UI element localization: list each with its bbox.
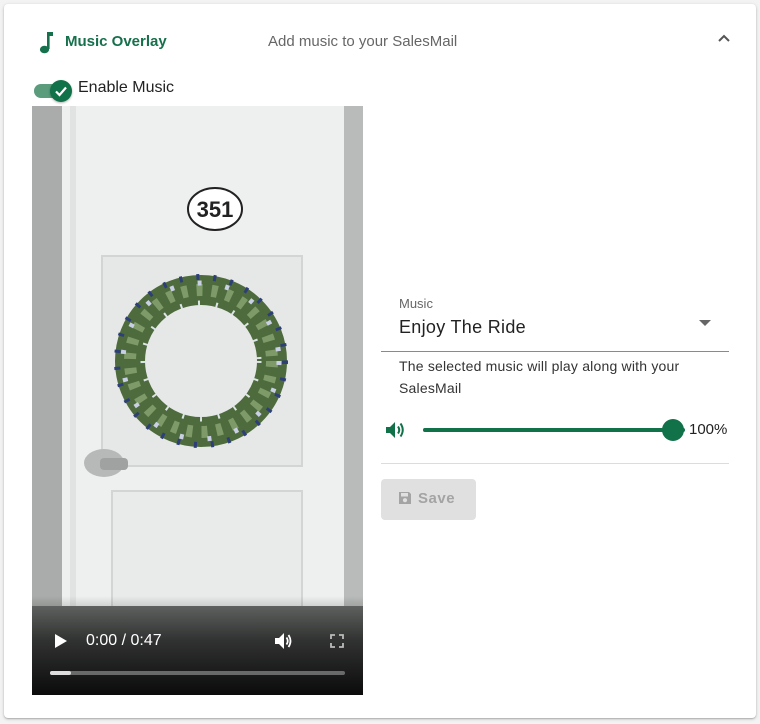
- music-note-icon: [39, 32, 53, 54]
- video-progress-bar[interactable]: [50, 671, 345, 675]
- section-title: Music Overlay: [65, 33, 167, 50]
- save-label: Save: [418, 490, 456, 507]
- volume-slider-fill: [423, 428, 685, 432]
- enable-music-label: Enable Music: [78, 79, 175, 96]
- save-icon: [399, 492, 411, 504]
- video-time: 0:00 / 0:47: [86, 632, 162, 649]
- chevron-up-icon[interactable]: [716, 30, 732, 46]
- save-button[interactable]: Save: [381, 479, 476, 520]
- dropdown-arrow-icon: [699, 320, 711, 326]
- card-header[interactable]: Music Overlay Add music to your SalesMai…: [4, 4, 756, 76]
- music-select-label: Music: [399, 296, 433, 311]
- fullscreen-icon[interactable]: [330, 634, 344, 648]
- volume-value: 100%: [689, 421, 728, 438]
- music-helper-text: The selected music will play along with …: [399, 358, 680, 396]
- check-icon: [55, 86, 67, 97]
- volume-slider[interactable]: [423, 418, 685, 442]
- video-player[interactable]: 351 0:00 / 0:47: [32, 106, 363, 695]
- video-progress-fill: [50, 671, 71, 675]
- door-number: 351: [196, 197, 234, 222]
- volume-icon[interactable]: [273, 631, 293, 651]
- enable-music-toggle[interactable]: [32, 78, 76, 104]
- volume-slider-thumb[interactable]: [662, 419, 684, 441]
- play-icon[interactable]: [54, 633, 68, 649]
- music-select[interactable]: Music Enjoy The Ride: [381, 292, 729, 352]
- music-overlay-card: Music Overlay Add music to your SalesMai…: [4, 4, 756, 718]
- divider: [381, 463, 729, 464]
- music-select-value: Enjoy The Ride: [399, 317, 526, 337]
- video-controls: [32, 596, 363, 695]
- volume-control: 100%: [381, 418, 731, 442]
- toggle-thumb: [50, 80, 72, 102]
- volume-icon[interactable]: [385, 420, 407, 440]
- section-subtitle: Add music to your SalesMail: [268, 33, 458, 50]
